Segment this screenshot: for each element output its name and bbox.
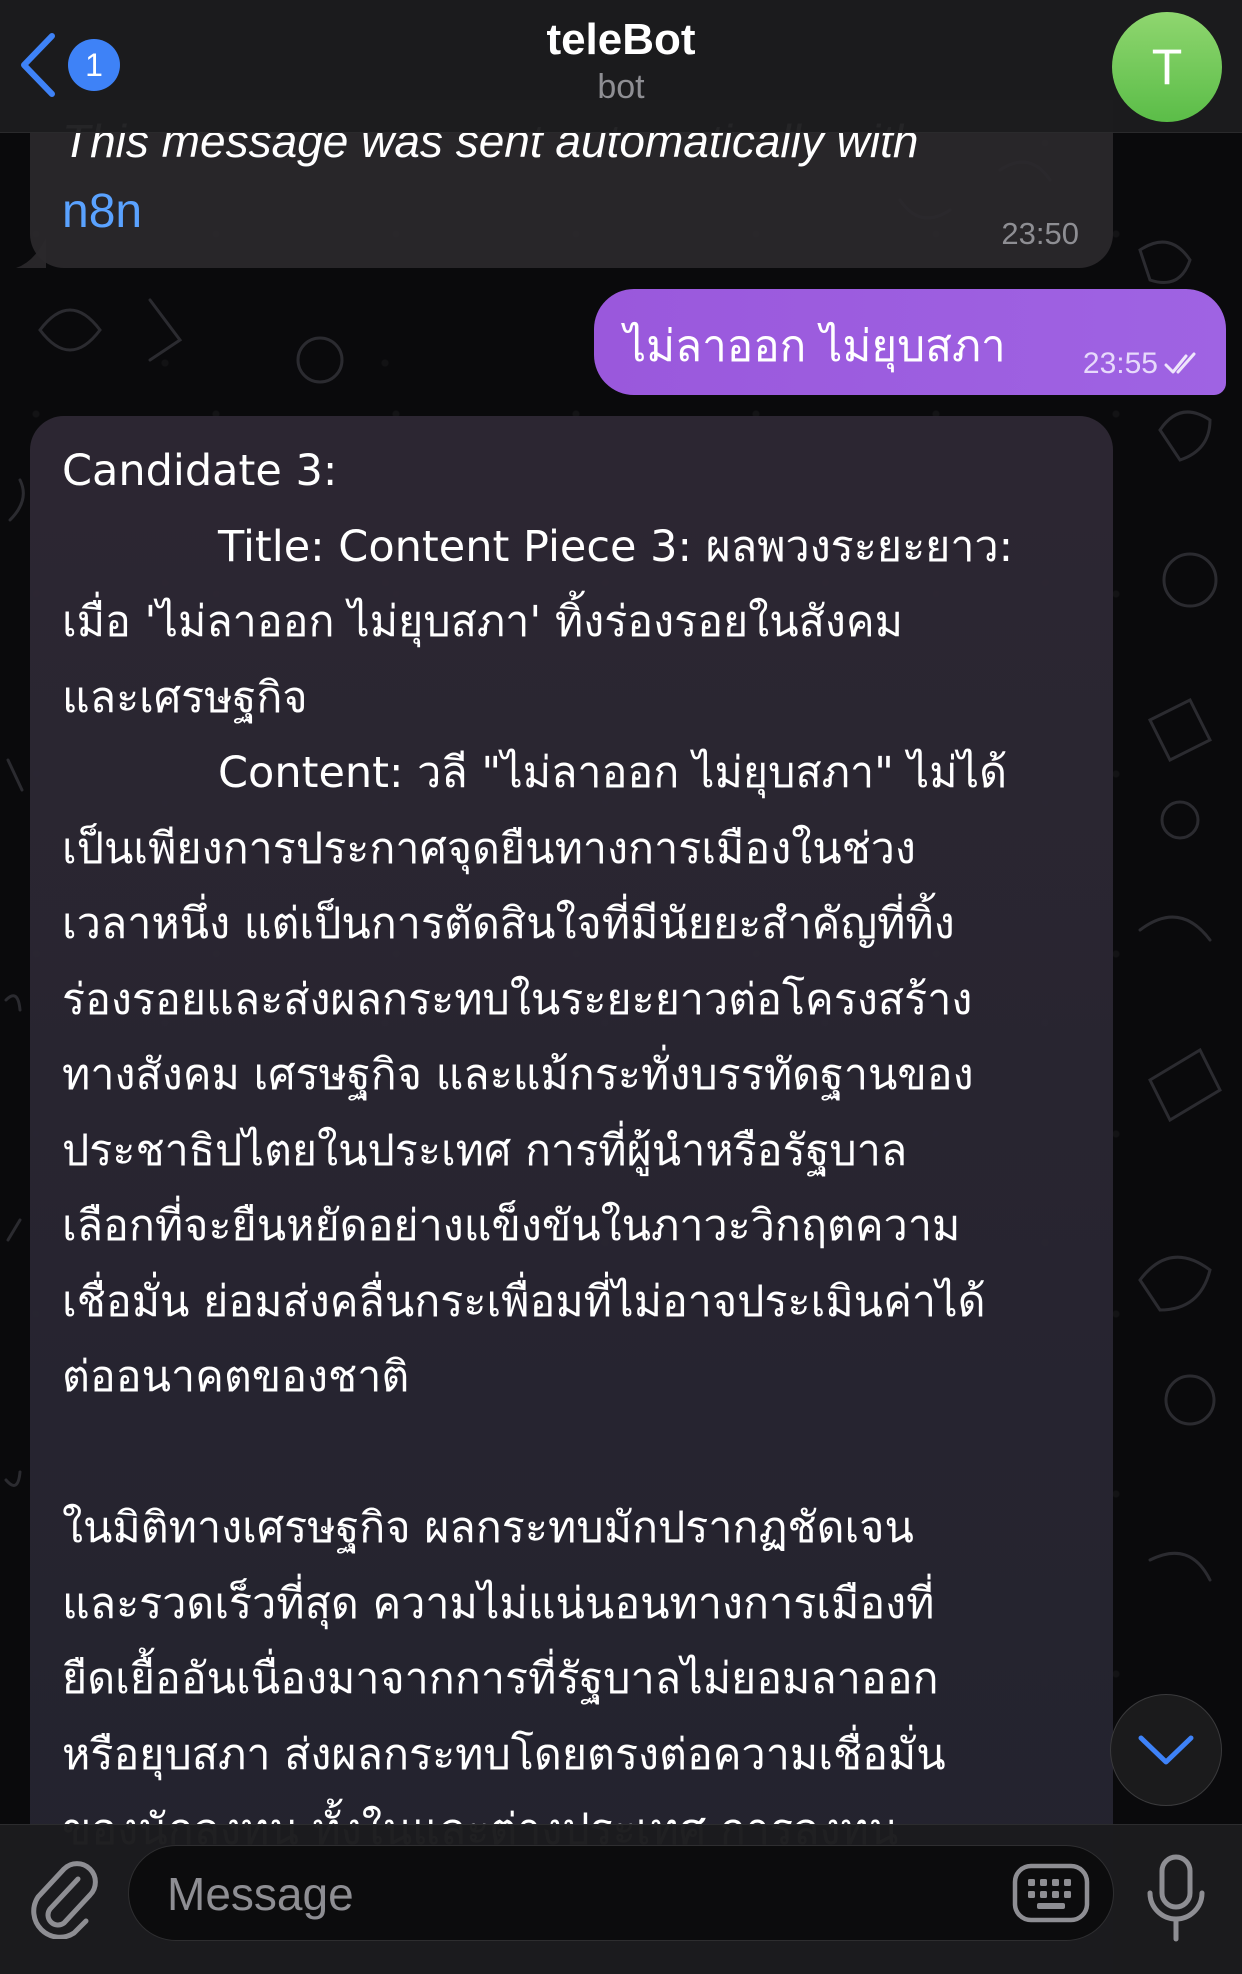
avatar[interactable]: T [1112, 12, 1222, 122]
message-line: Title: Content Piece 3: ผลพวงระยะยาว: [218, 521, 1014, 572]
message-line: และเศรษฐกิจ [62, 672, 308, 723]
message-line: Candidate 3: [62, 446, 338, 496]
message-line: ต่ออนาคตของชาติ [62, 1352, 410, 1402]
message-meta: 23:55 [1083, 347, 1202, 381]
microphone-icon[interactable] [1144, 1853, 1208, 1945]
message-line: เมื่อ 'ไม่ลาออก ไม่ยุบสภา' ทิ้งร่องรอยใน… [62, 597, 903, 647]
message-line [62, 1416, 1102, 1492]
bubble-tail-icon [16, 238, 46, 268]
chevron-down-icon [1138, 1735, 1194, 1765]
message-input[interactable] [165, 1846, 989, 1942]
message-line: ประชาธิปไตยในประเทศ การที่ผู้นำหรือรัฐบา… [62, 1125, 908, 1176]
message-line: และรวดเร็วที่สุด ความไม่แน่นอนทางการเมือ… [62, 1578, 935, 1629]
message-line: เลือกที่จะยืนหยัดอย่างแข็งขันในภาวะวิกฤต… [62, 1201, 961, 1251]
double-check-icon [1164, 352, 1196, 374]
paperclip-icon[interactable] [28, 1853, 100, 1939]
chat-title: teleBot [546, 15, 696, 64]
incoming-message-long[interactable]: Candidate 3: Title: Content Piece 3: ผลพว… [30, 416, 1113, 1974]
message-time: 23:50 [1001, 216, 1079, 251]
n8n-link[interactable]: n8n [62, 184, 142, 239]
message-line: ร่องรอยและส่งผลกระทบในระยะยาวต่อโครงสร้า… [62, 974, 973, 1025]
message-body: Candidate 3: Title: Content Piece 3: ผลพว… [62, 434, 1102, 1869]
scroll-to-bottom-button[interactable] [1110, 1694, 1222, 1806]
message-line: ทางสังคม เศรษฐกิจ และแม้กระทั่งบรรทัดฐาน… [62, 1050, 974, 1100]
message-line: เชื่อมั่น ย่อมส่งคลื่นกระเพื่อมที่ไม่อาจ… [62, 1276, 986, 1327]
keyboard-icon[interactable] [1011, 1860, 1091, 1926]
message-line: หรือยุบสภา ส่งผลกระทบโดยตรงต่อความเชื่อม… [62, 1729, 946, 1780]
message-line: Content: วลี "ไม่ลาออก ไม่ยุบสภา" ไม่ได้ [218, 748, 1008, 798]
message-line: ในมิติทางเศรษฐกิจ ผลกระทบมักปรากฏชัดเจน [62, 1503, 914, 1553]
message-line: เป็นเพียงการประกาศจุดยืนทางการเมืองในช่ว… [62, 823, 916, 874]
message-time: 23:55 [1082, 347, 1158, 380]
message-line: ยืดเยื้ออันเนื่องมาจากการที่รัฐบาลไม่ยอม… [62, 1654, 939, 1704]
outgoing-message[interactable]: ไม่ลาออก ไม่ยุบสภา 23:55 [594, 289, 1226, 395]
message-field[interactable] [128, 1845, 1114, 1942]
chat-screen: This message was sent automatically with… [0, 0, 1242, 1974]
message-text: ไม่ลาออก ไม่ยุบสภา [624, 321, 1006, 372]
message-input-bar [0, 1824, 1242, 1974]
chat-header: 1 teleBot bot T [0, 0, 1242, 133]
message-line: เวลาหนึ่ง แต่เป็นการตัดสินใจที่มีนัยยะสำ… [62, 899, 955, 949]
chat-subtitle: bot [597, 68, 645, 106]
chat-title-block[interactable]: teleBot bot [0, 14, 1242, 108]
